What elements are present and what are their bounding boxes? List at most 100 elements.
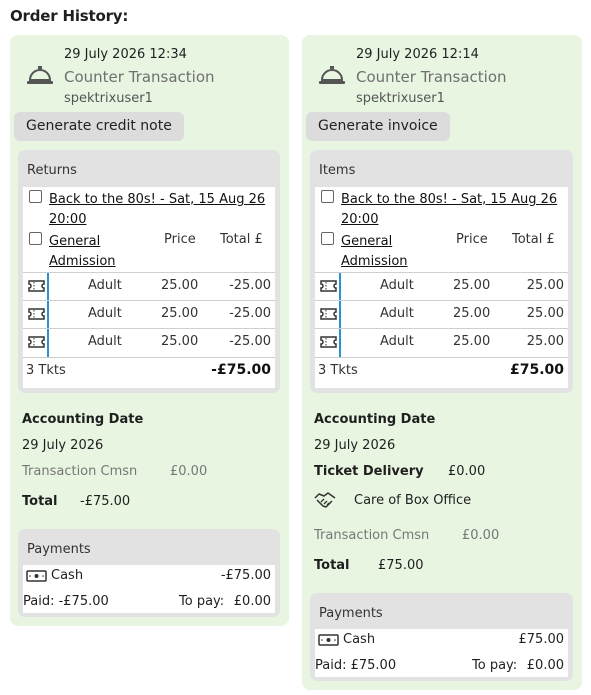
- row-accent-bar: [339, 329, 341, 357]
- returns-panel: Returns Back to the 80s! - Sat, 15 Aug 2…: [18, 150, 280, 393]
- transaction-user: spektrixuser1: [356, 91, 445, 106]
- cash-icon: [318, 634, 339, 646]
- panel-title: Items: [319, 163, 356, 178]
- ticket-type-link[interactable]: General Admission: [341, 232, 421, 272]
- payment-method: Cash: [51, 568, 84, 583]
- ticket-delivery-label: Ticket Delivery: [314, 464, 424, 479]
- total-value: -£75.00: [80, 494, 131, 509]
- price-band: Adult: [380, 278, 414, 293]
- to-pay-label: To pay:: [472, 658, 518, 673]
- ticket-icon: [28, 336, 45, 348]
- row-price: 25.00: [161, 278, 199, 293]
- total-column-header: Total £: [512, 232, 555, 247]
- payments-panel: Payments Cash £75.00 Paid: £75.00 To pay…: [310, 593, 573, 681]
- price-band: Adult: [88, 306, 122, 321]
- price-band: Adult: [380, 306, 414, 321]
- row-total: 25.00: [526, 278, 564, 293]
- payment-amount: -£75.00: [220, 568, 271, 583]
- row-price: 25.00: [453, 306, 491, 321]
- panel-title: Returns: [27, 163, 77, 178]
- ticket-type-checkbox[interactable]: [321, 232, 334, 245]
- total-column-header: Total £: [220, 232, 263, 247]
- row-total: 25.00: [526, 334, 564, 349]
- row-accent-bar: [47, 329, 49, 357]
- transaction-type: Counter Transaction: [356, 68, 507, 86]
- accounting-date-value: 29 July 2026: [314, 438, 396, 453]
- price-band: Adult: [380, 334, 414, 349]
- payments-title: Payments: [27, 542, 91, 557]
- payments-title: Payments: [319, 606, 383, 621]
- to-pay-label: To pay:: [179, 594, 225, 609]
- transaction-cmsn-label: Transaction Cmsn: [314, 528, 430, 543]
- row-accent-bar: [47, 301, 49, 329]
- ticket-type-link[interactable]: General Admission: [49, 232, 129, 272]
- ticket-icon: [320, 336, 337, 348]
- items-total: £75.00: [509, 362, 564, 378]
- table-row: Adult 25.00 -25.00: [23, 328, 275, 358]
- ticket-icon: [320, 308, 337, 320]
- returns-table: Back to the 80s! - Sat, 15 Aug 26 20:00 …: [23, 187, 275, 388]
- row-price: 25.00: [453, 278, 491, 293]
- payments-body: Cash -£75.00 Paid: -£75.00 To pay: £0.00: [23, 565, 275, 613]
- payment-method: Cash: [343, 632, 376, 647]
- handshake-icon: [314, 492, 336, 508]
- payment-amount: £75.00: [518, 632, 565, 647]
- row-total: -25.00: [229, 278, 271, 293]
- payments-panel: Payments Cash -£75.00 Paid: -£75.00 To p…: [18, 529, 280, 617]
- paid-amount: Paid: £75.00: [315, 658, 397, 673]
- transaction-datetime: 29 July 2026 12:14: [356, 47, 479, 62]
- row-price: 25.00: [161, 334, 199, 349]
- items-total: -£75.00: [211, 362, 271, 378]
- total-label: Total: [22, 494, 58, 509]
- to-pay-value: £0.00: [526, 658, 564, 673]
- transaction-cmsn-value: £0.00: [462, 528, 500, 543]
- price-column-header: Price: [456, 232, 488, 247]
- accounting-date-label: Accounting Date: [314, 412, 436, 427]
- price-band: Adult: [88, 278, 122, 293]
- row-price: 25.00: [453, 334, 491, 349]
- transaction-cmsn-label: Transaction Cmsn: [22, 464, 138, 479]
- performance-checkbox[interactable]: [29, 190, 42, 203]
- generate-credit-note-button[interactable]: Generate credit note: [14, 112, 184, 141]
- page-title: Order History:: [10, 7, 129, 25]
- cash-icon: [26, 570, 47, 582]
- price-column-header: Price: [164, 232, 196, 247]
- table-row: Adult 25.00 25.00: [315, 328, 568, 358]
- row-accent-bar: [47, 273, 49, 301]
- row-total: 25.00: [526, 306, 564, 321]
- items-panel: Items Back to the 80s! - Sat, 15 Aug 26 …: [310, 150, 573, 393]
- order-card-credit: 29 July 2026 12:34 Counter Transaction s…: [10, 35, 289, 626]
- ticket-delivery-value: £0.00: [448, 464, 486, 479]
- table-row: Adult 25.00 -25.00: [23, 272, 275, 301]
- transaction-user: spektrixuser1: [64, 91, 153, 106]
- items-table: Back to the 80s! - Sat, 15 Aug 26 20:00 …: [315, 187, 568, 388]
- performance-checkbox[interactable]: [321, 190, 334, 203]
- ticket-icon: [28, 280, 45, 292]
- row-total: -25.00: [229, 334, 271, 349]
- row-accent-bar: [339, 273, 341, 301]
- accounting-date-label: Accounting Date: [22, 412, 144, 427]
- ticket-count: 3 Tkts: [26, 363, 66, 378]
- performance-link[interactable]: Back to the 80s! - Sat, 15 Aug 26 20:00: [49, 190, 269, 230]
- to-pay-value: £0.00: [233, 594, 271, 609]
- ticket-icon: [320, 280, 337, 292]
- payments-body: Cash £75.00 Paid: £75.00 To pay: £0.00: [315, 629, 568, 677]
- ticket-type-checkbox[interactable]: [29, 232, 42, 245]
- row-total: -25.00: [229, 306, 271, 321]
- total-label: Total: [314, 558, 350, 573]
- total-value: £75.00: [378, 558, 424, 573]
- transaction-cmsn-value: £0.00: [170, 464, 208, 479]
- delivery-method: Care of Box Office: [354, 493, 472, 508]
- row-price: 25.00: [161, 306, 199, 321]
- paid-amount: Paid: -£75.00: [23, 594, 109, 609]
- generate-invoice-button[interactable]: Generate invoice: [306, 112, 450, 141]
- table-row: Adult 25.00 -25.00: [23, 300, 275, 329]
- ticket-icon: [28, 308, 45, 320]
- transaction-datetime: 29 July 2026 12:34: [64, 47, 187, 62]
- performance-link[interactable]: Back to the 80s! - Sat, 15 Aug 26 20:00: [341, 190, 561, 230]
- transaction-type: Counter Transaction: [64, 68, 215, 86]
- service-bell-icon: [319, 66, 345, 84]
- row-accent-bar: [339, 301, 341, 329]
- order-card-sale: 29 July 2026 12:14 Counter Transaction s…: [302, 35, 582, 690]
- table-row: Adult 25.00 25.00: [315, 272, 568, 301]
